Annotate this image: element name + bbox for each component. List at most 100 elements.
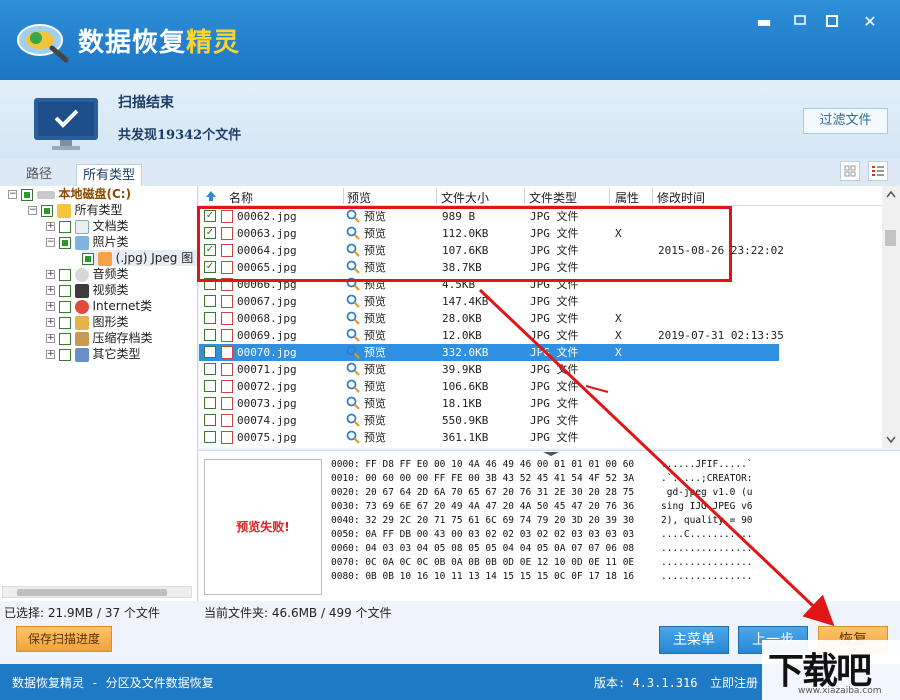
- row-checkbox[interactable]: [204, 346, 216, 358]
- grid-view-button[interactable]: [840, 161, 860, 181]
- preview-link[interactable]: 预览: [364, 344, 386, 361]
- tree-node-documents[interactable]: + 文档类: [46, 218, 129, 234]
- column-type[interactable]: 文件类型: [529, 189, 577, 206]
- table-row[interactable]: 00074.jpg 预览 550.9KB JPG 文件: [199, 412, 779, 429]
- tree-horizontal-scrollbar[interactable]: [2, 586, 192, 598]
- expand-icon[interactable]: +: [46, 350, 55, 359]
- preview-link[interactable]: 预览: [364, 412, 386, 429]
- column-preview[interactable]: 预览: [347, 189, 371, 206]
- sort-up-icon[interactable]: [205, 190, 217, 202]
- tree-checkbox[interactable]: [20, 188, 33, 201]
- magnifier-icon[interactable]: [346, 328, 360, 342]
- tree-node-internet[interactable]: + Internet类: [46, 298, 152, 314]
- collapse-icon[interactable]: −: [46, 238, 55, 247]
- magnifier-icon[interactable]: [346, 430, 360, 444]
- preview-link[interactable]: 预览: [364, 293, 386, 310]
- scroll-thumb[interactable]: [885, 230, 896, 246]
- scroll-thumb[interactable]: [17, 589, 167, 596]
- file-type: JPG 文件: [530, 414, 579, 427]
- tree-checkbox[interactable]: [82, 252, 94, 265]
- column-size[interactable]: 文件大小: [441, 189, 489, 206]
- tree-checkbox[interactable]: [58, 284, 71, 297]
- magnifier-icon[interactable]: [346, 294, 360, 308]
- tree-checkbox[interactable]: [58, 220, 71, 233]
- column-modified-time[interactable]: 修改时间: [657, 189, 705, 206]
- row-checkbox[interactable]: [204, 414, 216, 426]
- row-checkbox[interactable]: [204, 329, 216, 341]
- tree-label: 本地磁盘(C:): [58, 187, 132, 201]
- collapse-icon[interactable]: −: [8, 190, 17, 199]
- tree-checkbox[interactable]: [58, 268, 71, 281]
- expand-icon[interactable]: +: [46, 270, 55, 279]
- scroll-down-icon[interactable]: [886, 436, 896, 444]
- table-row[interactable]: 00072.jpg 预览 106.6KB JPG 文件: [199, 378, 779, 395]
- table-row[interactable]: 00067.jpg 预览 147.4KB JPG 文件: [199, 293, 779, 310]
- table-row[interactable]: 00068.jpg 预览 28.0KB JPG 文件 X: [199, 310, 779, 327]
- preview-link[interactable]: 预览: [364, 378, 386, 395]
- preview-link[interactable]: 预览: [364, 327, 386, 344]
- save-scan-progress-button[interactable]: 保存扫描进度: [16, 626, 112, 652]
- row-checkbox[interactable]: [204, 380, 216, 392]
- maximize-button[interactable]: [820, 10, 844, 34]
- row-checkbox[interactable]: [204, 295, 216, 307]
- column-attributes[interactable]: 属性: [615, 189, 639, 206]
- tree-node-photos[interactable]: − 照片类: [46, 234, 129, 250]
- preview-link[interactable]: 预览: [364, 310, 386, 327]
- folder-icon: [56, 203, 71, 218]
- tree-node-audio[interactable]: + 音频类: [46, 266, 129, 282]
- tree-checkbox[interactable]: [58, 300, 71, 313]
- file-size: 332.0KB: [442, 346, 489, 359]
- scroll-up-icon[interactable]: [886, 190, 896, 198]
- magnifier-icon[interactable]: [346, 396, 360, 410]
- table-vertical-scrollbar[interactable]: [882, 186, 900, 448]
- row-checkbox[interactable]: [204, 431, 216, 443]
- tab-all-types[interactable]: 所有类型: [76, 164, 143, 186]
- other-type-icon: [74, 347, 89, 362]
- tree-node-video[interactable]: + 视频类: [46, 282, 129, 298]
- filter-files-button[interactable]: 过滤文件: [803, 108, 888, 134]
- magnifier-icon[interactable]: [346, 379, 360, 393]
- main-menu-button[interactable]: 主菜单: [659, 626, 729, 654]
- restore-button[interactable]: [788, 10, 812, 34]
- row-checkbox[interactable]: [204, 363, 216, 375]
- row-checkbox[interactable]: [204, 312, 216, 324]
- table-row[interactable]: 00071.jpg 预览 39.9KB JPG 文件: [199, 361, 779, 378]
- splitter-handle-icon[interactable]: [541, 451, 561, 457]
- register-link[interactable]: 立即注册: [710, 674, 758, 691]
- tree-checkbox[interactable]: [58, 332, 71, 345]
- collapse-icon[interactable]: −: [28, 206, 37, 215]
- row-checkbox[interactable]: [204, 397, 216, 409]
- expand-icon[interactable]: +: [46, 286, 55, 295]
- tab-path[interactable]: 路径: [20, 164, 58, 186]
- table-row[interactable]: 00069.jpg 预览 12.0KB JPG 文件 X 2019-07-31 02:13…: [199, 327, 784, 344]
- list-view-button[interactable]: [868, 161, 888, 181]
- tree-node-all-types[interactable]: − 所有类型: [28, 202, 123, 218]
- table-row[interactable]: 00073.jpg 预览 18.1KB JPG 文件: [199, 395, 779, 412]
- table-row[interactable]: 00070.jpg 预览 332.0KB JPG 文件 X: [199, 344, 779, 361]
- tree-checkbox[interactable]: [58, 236, 71, 249]
- preview-link[interactable]: 预览: [364, 429, 386, 446]
- preview-link[interactable]: 预览: [364, 395, 386, 412]
- tree-node-graphics[interactable]: + 图形类: [46, 314, 129, 330]
- tree-checkbox[interactable]: [58, 316, 71, 329]
- tree-checkbox[interactable]: [40, 204, 53, 217]
- magnifier-icon[interactable]: [346, 362, 360, 376]
- expand-icon[interactable]: +: [46, 302, 55, 311]
- magnifier-icon[interactable]: [346, 345, 360, 359]
- minimize-button[interactable]: ▬: [752, 10, 776, 34]
- jpg-file-icon: [221, 397, 233, 410]
- tree-node-local-disk[interactable]: − 本地磁盘(C:): [8, 186, 131, 202]
- tree-node-jpeg[interactable]: (.jpg) Jpeg 图: [82, 250, 198, 266]
- expand-icon[interactable]: +: [46, 222, 55, 231]
- close-button[interactable]: ✕: [858, 10, 882, 34]
- magnifier-icon[interactable]: [346, 413, 360, 427]
- table-row[interactable]: 00075.jpg 预览 361.1KB JPG 文件: [199, 429, 779, 446]
- tree-checkbox[interactable]: [58, 348, 71, 361]
- expand-icon[interactable]: +: [46, 334, 55, 343]
- expand-icon[interactable]: +: [46, 318, 55, 327]
- magnifier-icon[interactable]: [346, 311, 360, 325]
- tree-node-archives[interactable]: + 压缩存档类: [46, 330, 153, 346]
- tree-node-other[interactable]: + 其它类型: [46, 346, 141, 362]
- preview-link[interactable]: 预览: [364, 361, 386, 378]
- column-name[interactable]: 名称: [229, 189, 253, 206]
